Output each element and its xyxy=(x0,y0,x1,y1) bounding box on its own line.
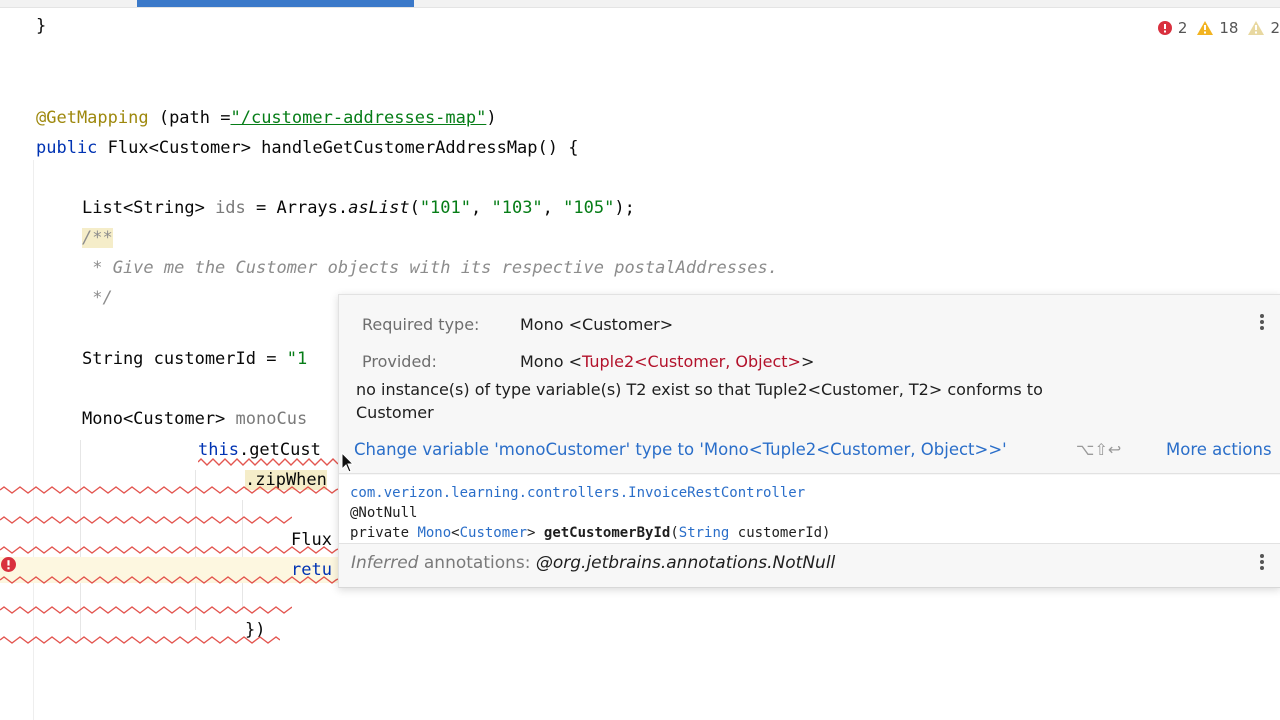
code-line[interactable]: List<String> ids = Arrays.asList("101", … xyxy=(82,198,635,218)
code-line[interactable]: String customerId = "1 xyxy=(82,349,307,369)
warning-count-value: 18 xyxy=(1219,19,1239,37)
doc-mono-link[interactable]: Mono xyxy=(417,525,451,541)
provided-mismatch: Tuple2<Customer, Object> xyxy=(582,352,801,371)
string-101: "101" xyxy=(419,198,471,218)
list-open: ( xyxy=(409,198,420,218)
code-line[interactable]: @GetMapping (path ="/customer-addresses-… xyxy=(36,108,497,128)
doc-paren: ( xyxy=(670,525,679,541)
gutter-error-icon[interactable] xyxy=(1,557,16,572)
string-103: "103" xyxy=(491,198,543,218)
inferred-annotations: Inferred annotations: @org.jetbrains.ann… xyxy=(351,553,835,573)
javadoc-close: */ xyxy=(82,288,113,308)
inferred-label: Inferred xyxy=(351,553,419,573)
comma: , xyxy=(542,198,564,218)
more-actions-link[interactable]: More actions xyxy=(1166,440,1272,459)
javadoc-open: /** xyxy=(82,228,113,248)
customer-id-decl: String customerId = xyxy=(82,349,287,369)
code-line[interactable]: Mono<Customer> monoCus xyxy=(82,409,307,429)
popup-separator xyxy=(339,543,1280,544)
code-line[interactable]: * Give me the Customer objects with its … xyxy=(82,258,778,278)
weak-warning-count[interactable]: 2 xyxy=(1248,19,1280,37)
inferred-value: @org.jetbrains.annotations.NotNull xyxy=(535,553,836,573)
doc-annotation: @NotNull xyxy=(350,505,418,521)
quick-fix-change-type[interactable]: Change variable 'monoCustomer' type to '… xyxy=(354,440,1007,459)
provided-prefix: Mono < xyxy=(520,352,583,371)
required-type-label: Required type: xyxy=(362,315,480,334)
mouse-cursor-icon xyxy=(341,452,355,473)
provided-type-value: Mono <Tuple2<Customer, Object>> xyxy=(520,352,814,371)
inferred-text: annotations: xyxy=(418,553,536,573)
ids-variable: ids xyxy=(215,198,246,218)
error-count[interactable]: 2 xyxy=(1157,19,1188,37)
get-customer-call: .getCust xyxy=(238,440,321,460)
doc-lt: < xyxy=(451,525,460,541)
error-message-line2: Customer xyxy=(356,403,434,422)
error-underline xyxy=(0,546,338,554)
error-message-line1: no instance(s) of type variable(s) T2 ex… xyxy=(356,380,1043,399)
error-underline xyxy=(0,486,338,494)
string-105: "105" xyxy=(563,198,615,218)
error-count-value: 2 xyxy=(1177,19,1188,37)
closing-brace: } xyxy=(36,16,47,36)
error-underline xyxy=(0,516,292,524)
required-type-value: Mono <Customer> xyxy=(520,315,674,334)
horizontal-scroll-thumb[interactable] xyxy=(137,0,414,7)
error-underline xyxy=(198,458,338,466)
warning-count[interactable]: 18 xyxy=(1197,19,1238,37)
mono-type: Mono<Customer> xyxy=(82,409,236,429)
method-signature: Flux<Customer> handleGetCustomerAddressM… xyxy=(97,138,579,158)
javadoc-body: * Give me the Customer objects with its … xyxy=(82,258,778,278)
warning-icon xyxy=(1197,21,1214,35)
provided-suffix: > xyxy=(800,352,815,371)
doc-gt: > xyxy=(527,525,544,541)
customer-id-string: "1 xyxy=(286,349,308,369)
documentation-area: com.verizon.learning.controllers.Invoice… xyxy=(339,475,1280,543)
editor-top-scrollbar[interactable] xyxy=(0,0,1280,8)
code-line[interactable]: this.getCust xyxy=(198,440,321,460)
popup-separator xyxy=(339,473,1280,474)
weak-warning-icon xyxy=(1248,21,1265,35)
list-end: ); xyxy=(614,198,635,218)
doc-param: customerId) xyxy=(729,525,831,541)
provided-type-label: Provided: xyxy=(362,352,437,371)
code-line[interactable]: public Flux<Customer> handleGetCustomerA… xyxy=(36,138,578,158)
mono-customer-variable: monoCus xyxy=(235,409,308,429)
keyword-this: this xyxy=(198,440,239,460)
mapping-open: (path = xyxy=(148,108,231,128)
error-underline xyxy=(0,576,338,584)
mapping-close: ) xyxy=(486,108,497,128)
doc-private: private xyxy=(350,525,418,541)
inspection-widget[interactable]: 2 18 2 xyxy=(1157,17,1280,39)
getmapping-annotation: @GetMapping xyxy=(36,108,149,128)
type-mismatch-popup[interactable]: Required type: Mono <Customer> Provided:… xyxy=(338,294,1280,588)
quick-fix-shortcut: ⌥⇧↩ xyxy=(1076,440,1122,459)
popup-menu-icon[interactable] xyxy=(1260,314,1264,332)
error-underline xyxy=(0,636,280,644)
code-line[interactable]: } xyxy=(36,16,46,36)
list-type: List<String> xyxy=(82,198,216,218)
weak-warning-count-value: 2 xyxy=(1270,19,1280,37)
code-line[interactable]: */ xyxy=(82,288,113,308)
doc-method-name: getCustomerById xyxy=(543,525,671,541)
mapping-path-link[interactable]: "/customer-addresses-map" xyxy=(230,108,486,128)
comma: , xyxy=(471,198,492,218)
error-underline xyxy=(0,606,292,614)
doc-signature: private Mono<Customer> getCustomerById(S… xyxy=(350,525,831,541)
keyword-public: public xyxy=(36,138,98,158)
code-line[interactable]: /** xyxy=(82,228,113,248)
aslist-method: asList xyxy=(348,198,410,218)
doc-string-link[interactable]: String xyxy=(679,525,730,541)
error-icon xyxy=(1157,21,1172,35)
doc-class-link[interactable]: com.verizon.learning.controllers.Invoice… xyxy=(350,485,805,501)
annotations-menu-icon[interactable] xyxy=(1260,554,1264,572)
doc-customer-link[interactable]: Customer xyxy=(460,525,527,541)
list-assign: = Arrays. xyxy=(245,198,349,218)
